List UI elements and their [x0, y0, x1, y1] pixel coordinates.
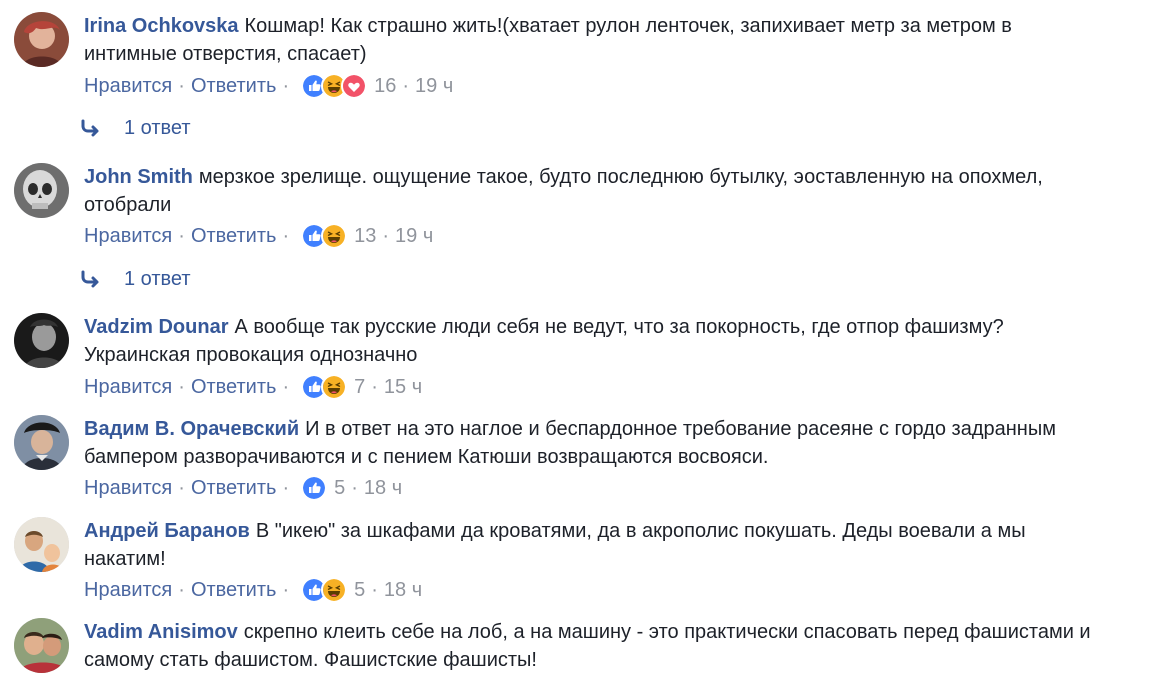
- comment-body: Андрей Баранов В "икею" за шкафами да кро…: [84, 517, 1100, 573]
- separator-dot: ·: [282, 75, 290, 97]
- comment-author[interactable]: Vadim Anisimov: [84, 621, 238, 643]
- comment-author[interactable]: Вадим В. Орачевский: [84, 418, 299, 440]
- reaction-summary[interactable]: [301, 73, 368, 99]
- avatar-image-icon: [14, 415, 69, 470]
- comment-timestamp[interactable]: 19 ч: [395, 222, 433, 250]
- reaction-count[interactable]: 13: [354, 222, 376, 250]
- comment-author[interactable]: John Smith: [84, 166, 193, 188]
- avatar[interactable]: [14, 163, 69, 218]
- comment-author[interactable]: Vadzim Dounar: [84, 316, 228, 338]
- reply-link[interactable]: Ответить: [191, 474, 277, 502]
- avatar-image-icon: [14, 313, 69, 368]
- reaction-summary[interactable]: [301, 577, 348, 603]
- reaction-count[interactable]: 5: [334, 474, 345, 502]
- avatar-image-icon: [14, 12, 69, 67]
- comment-feed: Irina Ochkovska Кошмар! Как страшно жить!…: [0, 0, 1160, 673]
- separator-dot: ·: [282, 477, 290, 499]
- replies-count-label: 1 ответ: [124, 117, 191, 139]
- separator-dot: ·: [178, 376, 185, 398]
- separator-dot: ·: [402, 75, 410, 97]
- comment-body: Vadzim Dounar А вообще так русские люди с…: [84, 313, 1100, 369]
- separator-dot: ·: [282, 225, 290, 247]
- separator-dot: ·: [371, 376, 378, 398]
- comment-text: мерзкое зрелище. ощущение такое, будто п…: [84, 166, 1043, 216]
- comment-actions: Нравится · Ответить · 5 · 18 ч: [84, 576, 422, 604]
- replies-count-label: 1 ответ: [124, 268, 191, 290]
- avatar[interactable]: [14, 313, 69, 368]
- reaction-summary[interactable]: [301, 475, 328, 501]
- reaction-count[interactable]: 16: [374, 72, 396, 100]
- separator-dot: ·: [351, 477, 358, 499]
- reply-arrow-icon: [80, 118, 104, 138]
- separator-dot: ·: [178, 579, 185, 601]
- comment-timestamp[interactable]: 18 ч: [384, 576, 422, 604]
- haha-icon: [321, 374, 348, 400]
- avatar-image-icon: [14, 517, 69, 572]
- avatar[interactable]: [14, 618, 69, 673]
- avatar[interactable]: [14, 517, 69, 572]
- like-link[interactable]: Нравится: [84, 222, 172, 250]
- reaction-summary[interactable]: [301, 374, 348, 400]
- comment-body: Irina Ochkovska Кошмар! Как страшно жить!…: [84, 12, 1100, 68]
- reaction-summary[interactable]: [301, 223, 348, 249]
- comment-timestamp[interactable]: 18 ч: [364, 474, 402, 502]
- separator-dot: ·: [382, 225, 390, 247]
- comment-timestamp[interactable]: 15 ч: [384, 373, 422, 401]
- reply-arrow-icon: [80, 269, 104, 289]
- like-link[interactable]: Нравится: [84, 72, 172, 100]
- view-replies-link[interactable]: 1 ответ: [80, 265, 191, 293]
- like-link[interactable]: Нравится: [84, 474, 172, 502]
- comment-actions: Нравится · Ответить · 7 · 15 ч: [84, 373, 422, 401]
- comment-body: John Smith мерзкое зрелище. ощущение тако…: [84, 163, 1100, 219]
- avatar-image-icon: [14, 618, 69, 673]
- comment-timestamp[interactable]: 19 ч: [415, 72, 453, 100]
- comment-body: Vadim Anisimov скрепно клеить себе на лоб…: [84, 618, 1100, 674]
- view-replies-link[interactable]: 1 ответ: [80, 114, 191, 142]
- like-icon: [301, 475, 328, 501]
- reply-link[interactable]: Ответить: [191, 72, 277, 100]
- reaction-count[interactable]: 7: [354, 373, 365, 401]
- comment-body: Вадим В. Орачевский И в ответ на это нагл…: [84, 415, 1100, 471]
- avatar[interactable]: [14, 12, 69, 67]
- comment-actions: Нравится · Ответить · 5 · 18 ч: [84, 474, 402, 502]
- separator-dot: ·: [178, 75, 185, 97]
- separator-dot: ·: [178, 477, 185, 499]
- comment-author[interactable]: Irina Ochkovska: [84, 15, 239, 37]
- reply-link[interactable]: Ответить: [191, 373, 277, 401]
- haha-icon: [321, 577, 348, 603]
- separator-dot: ·: [178, 225, 185, 247]
- separator-dot: ·: [282, 579, 290, 601]
- comment-actions: Нравится · Ответить · 13 · 19 ч: [84, 222, 433, 250]
- avatar[interactable]: [14, 415, 69, 470]
- separator-dot: ·: [371, 579, 378, 601]
- reply-link[interactable]: Ответить: [191, 222, 277, 250]
- reply-link[interactable]: Ответить: [191, 576, 277, 604]
- reaction-count[interactable]: 5: [354, 576, 365, 604]
- comment-actions: Нравится · Ответить · 16 · 19 ч: [84, 72, 453, 100]
- separator-dot: ·: [282, 376, 290, 398]
- haha-icon: [321, 223, 348, 249]
- like-link[interactable]: Нравится: [84, 576, 172, 604]
- avatar-image-icon: [14, 163, 69, 218]
- comment-author[interactable]: Андрей Баранов: [84, 520, 250, 542]
- like-link[interactable]: Нравится: [84, 373, 172, 401]
- love-icon: [341, 73, 368, 99]
